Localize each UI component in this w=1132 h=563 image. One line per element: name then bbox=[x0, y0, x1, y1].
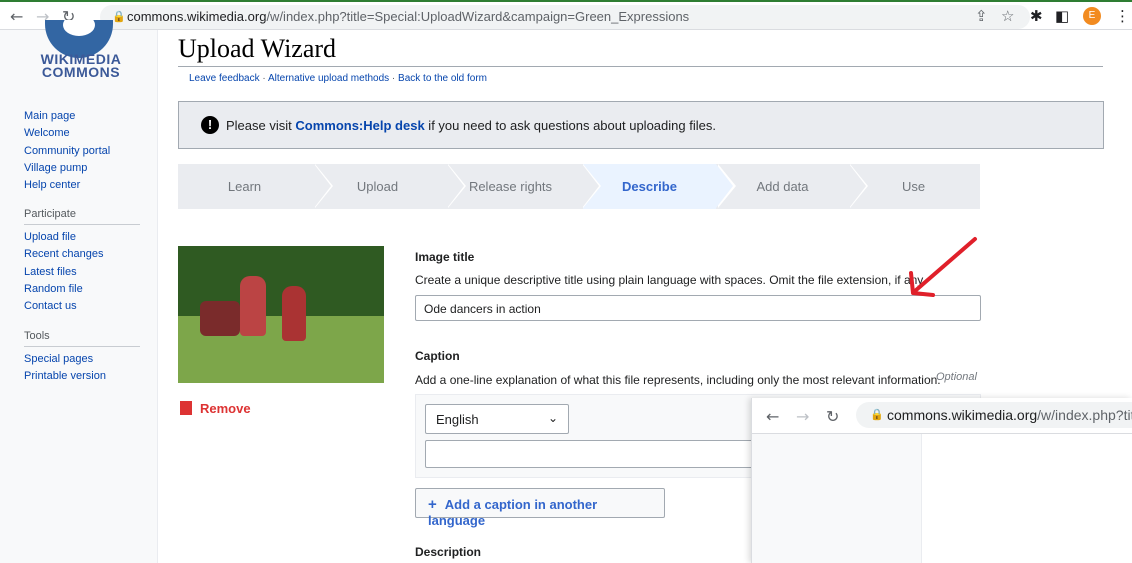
thumbnail-dancer bbox=[240, 276, 266, 336]
wizard-steps: Learn Upload Release rights Describe Add… bbox=[178, 164, 980, 209]
language-select[interactable]: English ⌄ bbox=[425, 404, 569, 434]
add-caption-label: Add a caption in another language bbox=[428, 497, 598, 528]
sidebar-item-contact-us[interactable]: Contact us bbox=[24, 298, 104, 315]
link-separator: · bbox=[259, 73, 268, 84]
sidebar-item-recent-changes[interactable]: Recent changes bbox=[24, 246, 104, 263]
sidebar-item-village-pump[interactable]: Village pump bbox=[24, 160, 110, 177]
step-separator bbox=[447, 164, 464, 208]
logo-text[interactable]: WIKIMEDIA COMMONS bbox=[26, 52, 136, 79]
description-label: Description bbox=[415, 545, 482, 559]
step-separator bbox=[716, 164, 733, 208]
sidebar-item-latest-files[interactable]: Latest files bbox=[24, 264, 104, 281]
share-icon[interactable]: ⇪ bbox=[975, 7, 988, 25]
alternative-upload-link[interactable]: Alternative upload methods bbox=[268, 73, 389, 84]
link-separator: · bbox=[389, 73, 399, 84]
notice-prefix: Please visit bbox=[226, 118, 296, 133]
profile-avatar[interactable]: E bbox=[1083, 7, 1101, 25]
overlay-address-bar[interactable]: 🔒 commons.wikimedia.org/w/index.php?titl… bbox=[856, 402, 1132, 428]
help-notice: ! Please visit Commons:Help desk if you … bbox=[178, 101, 1104, 149]
reload-icon[interactable]: ↻ bbox=[826, 407, 839, 426]
sidebar-item-special-pages[interactable]: Special pages bbox=[24, 351, 106, 368]
back-arrow-icon[interactable]: ← bbox=[766, 407, 779, 426]
top-links: Leave feedback · Alternative upload meth… bbox=[189, 73, 487, 84]
sidebar-tools-links: Special pages Printable version bbox=[24, 351, 106, 386]
exclamation-icon: ! bbox=[201, 116, 219, 134]
address-bar[interactable]: 🔒 commons.wikimedia.org/w/index.php?titl… bbox=[100, 5, 1030, 29]
old-form-link[interactable]: Back to the old form bbox=[398, 73, 487, 84]
caption-label: Caption bbox=[415, 349, 460, 363]
overlay-url-path: /w/index.php?title bbox=[1037, 407, 1132, 423]
step-separator bbox=[314, 164, 331, 208]
extensions-icon[interactable]: ✱ bbox=[1030, 7, 1043, 25]
upload-thumbnail bbox=[178, 246, 384, 383]
side-panel-icon[interactable]: ◧ bbox=[1055, 7, 1069, 25]
help-desk-link[interactable]: Commons:Help desk bbox=[295, 118, 424, 133]
overlay-url-host: commons.wikimedia.org bbox=[887, 407, 1038, 423]
remove-button[interactable]: Remove bbox=[180, 401, 251, 416]
menu-icon[interactable]: ⋮ bbox=[1115, 7, 1130, 25]
overlay-sidebar bbox=[752, 434, 922, 563]
step-separator bbox=[582, 164, 599, 208]
browser-toolbar: ← → ↻ 🔒 commons.wikimedia.org/w/index.ph… bbox=[0, 0, 1132, 30]
annotation-arrow-icon bbox=[909, 237, 977, 297]
sidebar-heading-participate: Participate bbox=[24, 208, 140, 225]
overlay-toolbar: ← → ↻ 🔒 commons.wikimedia.org/w/index.ph… bbox=[752, 398, 1132, 434]
sidebar-participate-links: Upload file Recent changes Latest files … bbox=[24, 229, 104, 315]
back-arrow-icon[interactable]: ← bbox=[10, 7, 23, 26]
image-title-help: Create a unique descriptive title using … bbox=[415, 273, 926, 287]
overlapping-browser-window: ← → ↻ 🔒 commons.wikimedia.org/w/index.ph… bbox=[751, 398, 1132, 563]
step-describe: Describe bbox=[583, 164, 716, 209]
sidebar-item-welcome[interactable]: Welcome bbox=[24, 125, 110, 142]
plus-icon: + bbox=[428, 496, 437, 513]
sidebar-item-printable-version[interactable]: Printable version bbox=[24, 368, 106, 385]
language-selected: English bbox=[436, 412, 479, 427]
notice-suffix: if you need to ask questions about uploa… bbox=[424, 118, 716, 133]
trash-icon bbox=[180, 401, 192, 415]
sidebar-item-main-page[interactable]: Main page bbox=[24, 108, 110, 125]
sidebar-item-community-portal[interactable]: Community portal bbox=[24, 143, 110, 160]
caption-optional: Optional bbox=[936, 371, 977, 383]
title-divider bbox=[178, 66, 1103, 67]
page-title: Upload Wizard bbox=[178, 34, 337, 63]
lock-icon: 🔒 bbox=[870, 408, 884, 421]
remove-label: Remove bbox=[200, 401, 251, 416]
step-learn: Learn bbox=[227, 179, 262, 194]
caption-help: Add a one-line explanation of what this … bbox=[415, 373, 941, 387]
star-icon[interactable]: ☆ bbox=[1001, 7, 1014, 25]
thumbnail-dancer bbox=[282, 286, 306, 341]
sidebar-item-help-center[interactable]: Help center bbox=[24, 177, 110, 194]
step-separator bbox=[849, 164, 866, 208]
sidebar-heading-tools: Tools bbox=[24, 330, 140, 347]
lock-icon: 🔒 bbox=[112, 10, 126, 23]
sidebar: WIKIMEDIA COMMONS Main page Welcome Comm… bbox=[0, 20, 158, 563]
image-title-label: Image title bbox=[415, 250, 475, 264]
sidebar-item-random-file[interactable]: Random file bbox=[24, 281, 104, 298]
chevron-down-icon: ⌄ bbox=[547, 411, 558, 425]
image-title-input[interactable]: Ode dancers in action bbox=[415, 295, 981, 321]
add-caption-button[interactable]: + Add a caption in another language bbox=[415, 488, 665, 528]
leave-feedback-link[interactable]: Leave feedback bbox=[189, 73, 260, 84]
thumbnail-drummers bbox=[200, 301, 240, 336]
address-url: commons.wikimedia.org/w/index.php?title=… bbox=[127, 9, 690, 24]
notice-text: Please visit Commons:Help desk if you ne… bbox=[226, 118, 716, 133]
forward-arrow-icon[interactable]: → bbox=[796, 407, 809, 426]
sidebar-item-upload-file[interactable]: Upload file bbox=[24, 229, 104, 246]
sidebar-main-links: Main page Welcome Community portal Villa… bbox=[24, 108, 110, 194]
